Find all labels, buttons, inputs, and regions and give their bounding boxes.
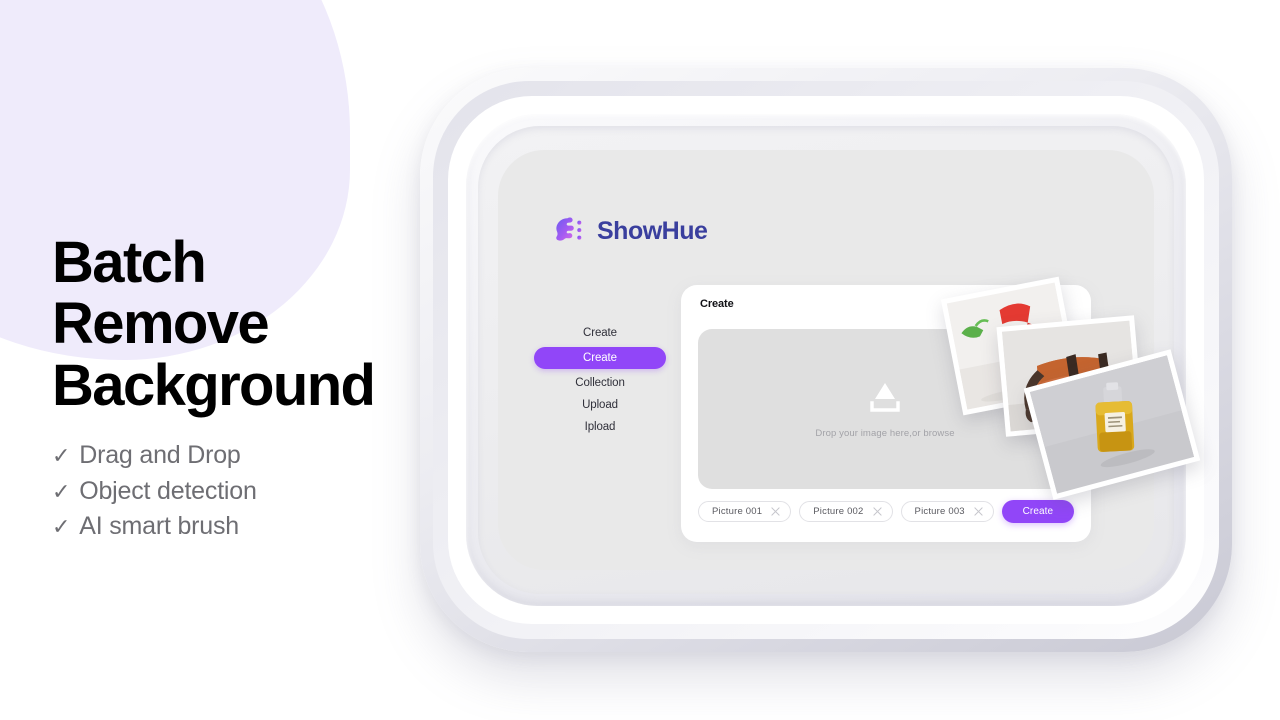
content-card-title: Create: [700, 298, 734, 310]
picture-chip-001[interactable]: Picture 001: [698, 501, 792, 522]
close-icon[interactable]: [872, 507, 882, 516]
sidebar-item-collection[interactable]: Collection: [575, 375, 625, 391]
page-title-line-3: Background: [52, 352, 376, 418]
chip-label: Picture 003: [914, 506, 965, 517]
sidebar: Create Create Collection Upload Ipload: [534, 325, 666, 435]
app-screen: ShowHue Create Create Collection Upload …: [498, 150, 1201, 570]
chip-label: Picture 002: [813, 506, 864, 517]
check-icon: ✓: [52, 478, 71, 504]
close-icon[interactable]: [771, 507, 780, 516]
showhue-logo-icon: [556, 217, 582, 241]
sidebar-heading-create: Create: [583, 327, 617, 339]
feature-label: AI smart brush: [79, 512, 239, 541]
brand[interactable]: ShowHue: [554, 215, 708, 247]
device-mockup: ShowHue Create Create Collection Upload …: [420, 68, 1232, 652]
selected-pictures-row: Picture 001 Picture 002 Picture 003 Crea…: [698, 500, 1074, 523]
feature-item-drag-and-drop: ✓ Drag and Drop: [52, 438, 412, 474]
close-icon[interactable]: [974, 507, 983, 516]
page-title-line-2: Remove: [52, 291, 270, 357]
upload-icon: [870, 382, 900, 412]
create-button[interactable]: Create: [1001, 500, 1074, 523]
check-icon: ✓: [52, 443, 71, 469]
feature-item-ai-smart-brush: ✓ AI smart brush: [52, 509, 412, 545]
page-title-line-1: Batch: [52, 230, 207, 295]
feature-label: Drag and Drop: [79, 441, 241, 470]
promo-panel: Batch Remove Background ✓ Drag and Drop …: [52, 232, 412, 545]
sidebar-item-create[interactable]: Create: [534, 347, 666, 369]
picture-chip-003[interactable]: Picture 003: [900, 501, 994, 522]
picture-chip-002[interactable]: Picture 002: [799, 501, 893, 522]
dropzone-label: Drop your image here,or browse: [815, 427, 955, 439]
sidebar-heading-upload: Upload: [582, 399, 618, 411]
page-title: Batch Remove Background: [52, 230, 412, 418]
sidebar-item-ipload[interactable]: Ipload: [585, 419, 616, 435]
check-icon: ✓: [52, 514, 71, 540]
chip-label: Picture 001: [712, 506, 763, 517]
brand-name: ShowHue: [597, 216, 708, 245]
feature-item-object-detection: ✓ Object detection: [52, 474, 412, 510]
feature-list: ✓ Drag and Drop ✓ Object detection ✓ AI …: [52, 438, 412, 545]
feature-label: Object detection: [79, 476, 257, 505]
